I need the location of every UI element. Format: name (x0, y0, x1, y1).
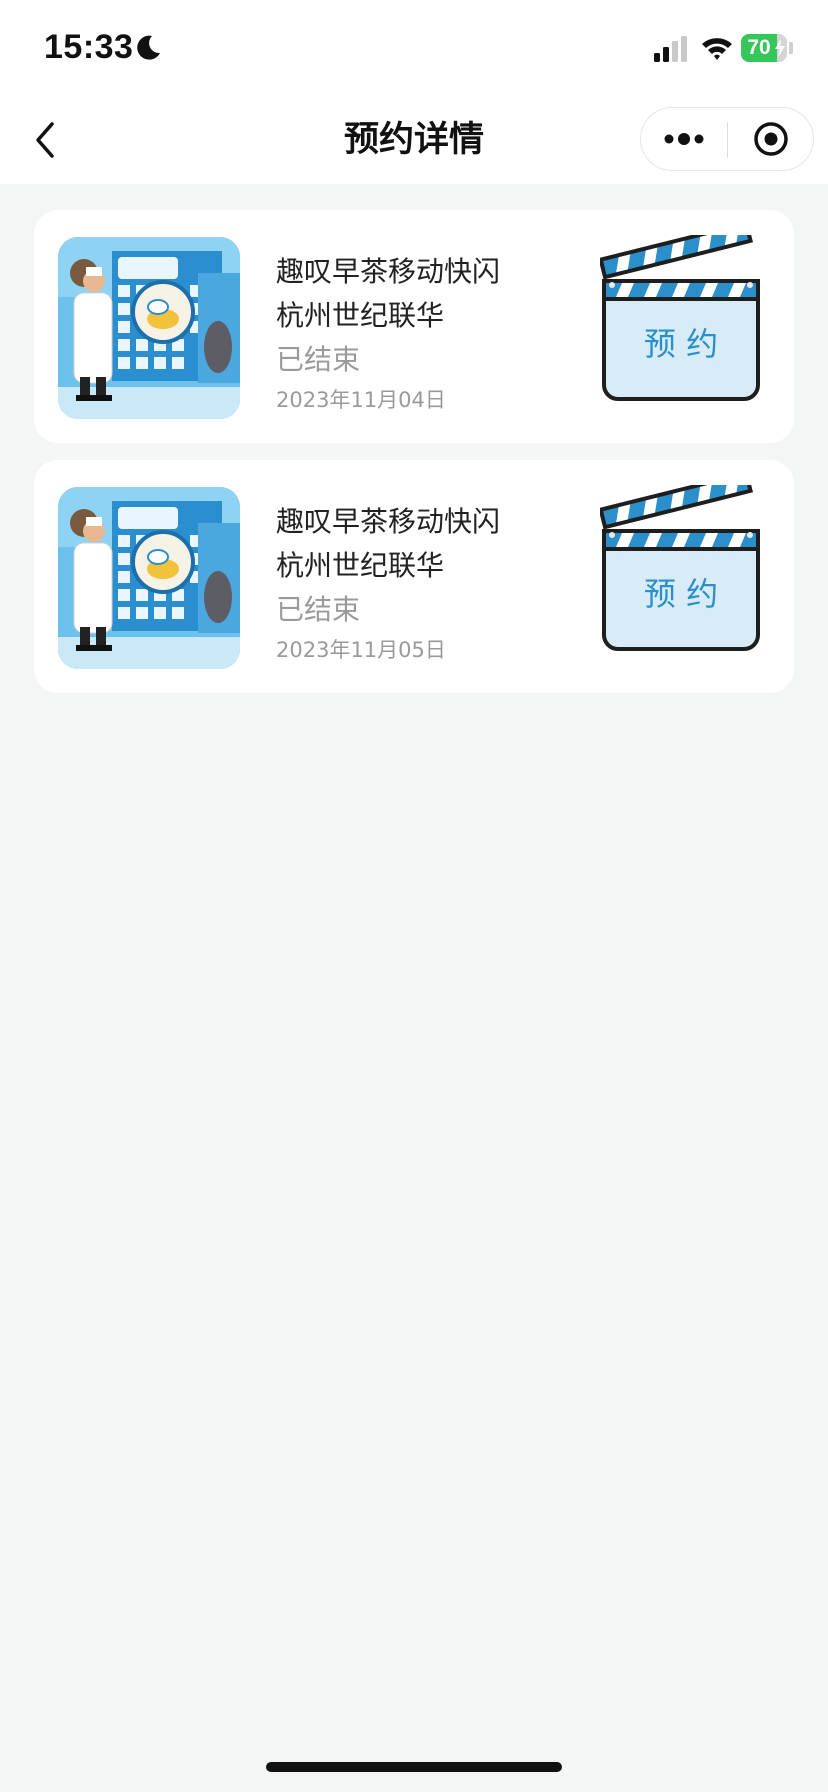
event-title: 趣叹早茶移动快闪 (276, 505, 501, 538)
reserve-button-label: 预 约 (644, 575, 718, 613)
event-date: 2023年11月04日 (276, 388, 446, 412)
close-mini-program-button[interactable] (729, 108, 813, 170)
event-thumbnail (58, 487, 240, 669)
status-bar: 15:33 70 (0, 0, 828, 96)
capsule-divider (727, 122, 728, 158)
moon-icon (137, 35, 160, 60)
event-status: 已结束 (276, 593, 361, 626)
target-circle-icon (754, 122, 788, 156)
battery-cap (789, 42, 793, 54)
event-date: 2023年11月05日 (276, 638, 446, 662)
event-location: 杭州世纪联华 (276, 299, 445, 332)
clapperboard-icon (600, 235, 760, 401)
battery-level: 70 (747, 36, 771, 59)
cellular-signal-icon (654, 36, 687, 62)
battery-indicator: 70 (741, 34, 787, 62)
status-time: 15:33 (44, 28, 134, 66)
clapperboard-icon (600, 485, 760, 651)
reservation-card[interactable]: 趣叹早茶移动快闪 杭州世纪联华 已结束 2023年11月05日 预 约 (34, 460, 794, 693)
nav-bar: 预约详情 (0, 96, 828, 184)
charging-bolt-icon (775, 39, 785, 57)
reservation-card[interactable]: 趣叹早茶移动快闪 杭州世纪联华 已结束 2023年11月04日 预 约 (34, 210, 794, 443)
reserve-button[interactable]: 预 约 (600, 235, 760, 405)
wifi-icon (702, 38, 732, 60)
chevron-left-icon (36, 122, 54, 158)
reserve-button-label: 预 约 (644, 325, 718, 363)
event-location: 杭州世纪联华 (276, 549, 445, 582)
more-button[interactable] (641, 108, 727, 170)
more-dots-icon (664, 133, 704, 145)
event-status: 已结束 (276, 343, 361, 376)
mini-program-capsule (640, 107, 814, 171)
reservation-list: 趣叹早茶移动快闪 杭州世纪联华 已结束 2023年11月04日 预 约 趣叹早茶… (34, 210, 794, 710)
home-indicator[interactable] (266, 1762, 562, 1772)
back-button[interactable] (24, 116, 72, 164)
reserve-button[interactable]: 预 约 (600, 485, 760, 655)
event-title: 趣叹早茶移动快闪 (276, 255, 501, 288)
event-thumbnail (58, 237, 240, 419)
